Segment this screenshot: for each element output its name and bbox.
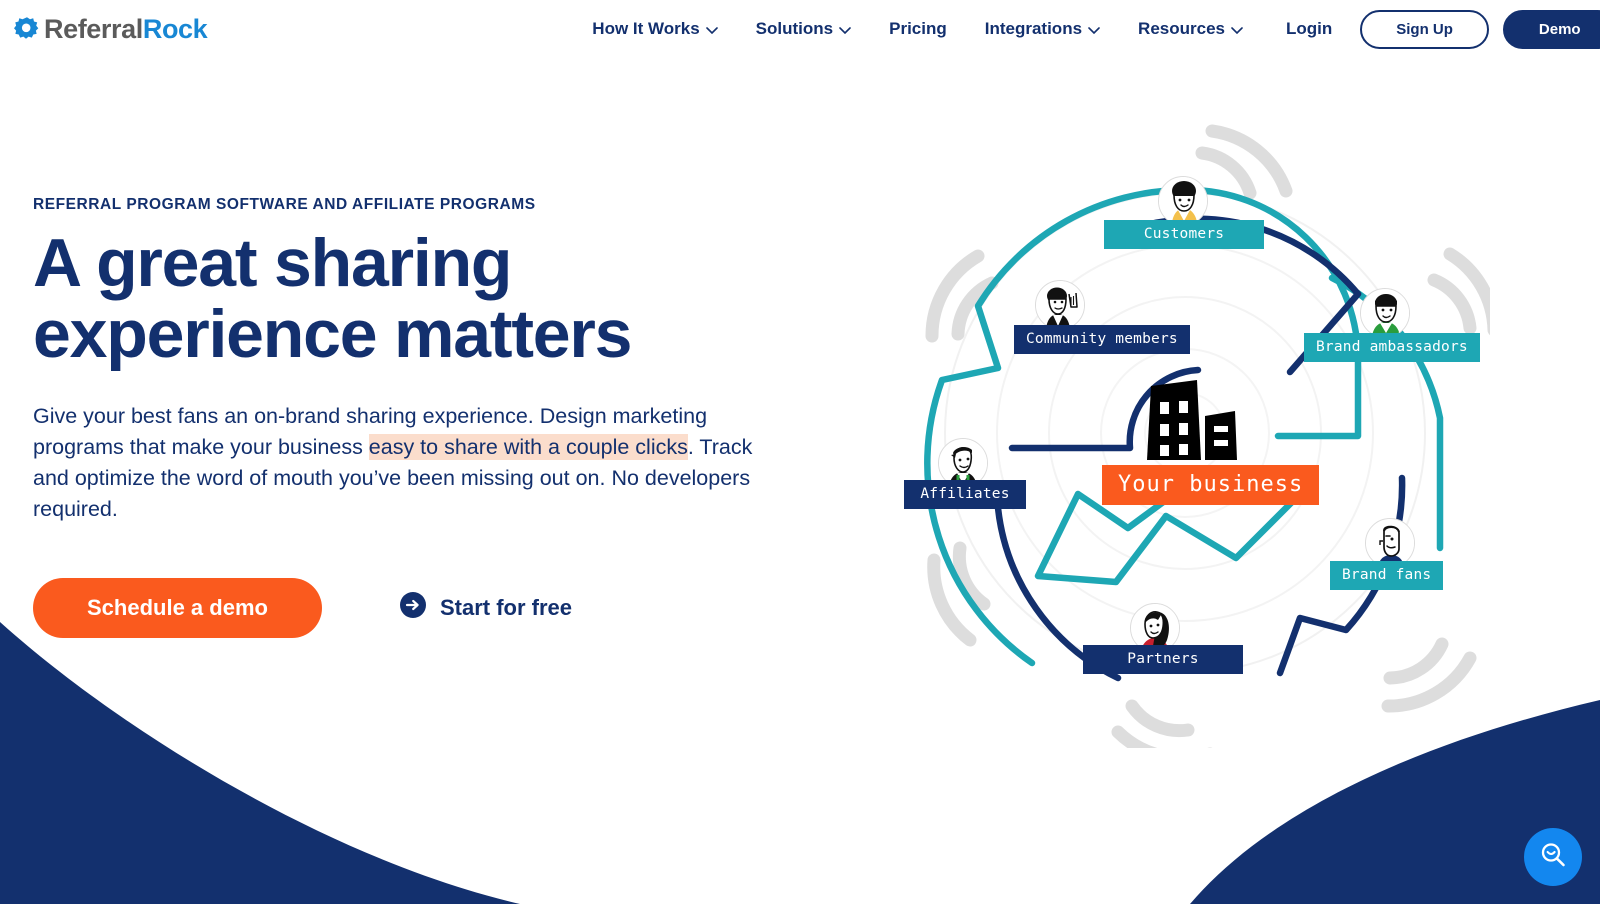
diagram-center-label[interactable]: Your business <box>1102 465 1320 505</box>
schedule-demo-button[interactable]: Schedule a demo <box>33 577 322 638</box>
hero-page: ReferralRock How It Works Solutions Pric… <box>0 0 1600 904</box>
sign-up-button[interactable]: Sign Up <box>1360 9 1489 49</box>
office-building-icon <box>1135 378 1245 463</box>
search-fab-button[interactable] <box>1524 828 1582 886</box>
site-header: ReferralRock How It Works Solutions Pric… <box>0 0 1600 58</box>
headline-line-2: experience matters <box>33 296 633 373</box>
hero-eyebrow: REFERRAL PROGRAM SOFTWARE AND AFFILIATE … <box>33 196 536 213</box>
diagram-node-brand-ambassadors[interactable]: Brand ambassadors <box>1304 333 1480 362</box>
nav-item-resources[interactable]: Resources <box>1119 19 1262 39</box>
gear-icon <box>14 16 40 42</box>
referral-ecosystem-diagram: Your business Customers Community member… <box>880 118 1490 748</box>
hero-description: Give your best fans an on-brand sharing … <box>33 401 773 525</box>
person-waving-icon[interactable] <box>1035 280 1085 330</box>
page-title: A great sharing experience matters <box>33 225 713 373</box>
nav-label: How It Works <box>592 19 700 38</box>
header-actions: Login Sign Up Demo <box>1272 9 1600 49</box>
brand-name-part2: Rock <box>142 13 208 44</box>
nav-item-solutions[interactable]: Solutions <box>737 19 870 39</box>
diagram-node-community-members[interactable]: Community members <box>1014 325 1190 354</box>
brand-wordmark: ReferralRock <box>44 13 208 44</box>
chevron-down-icon <box>1231 26 1243 34</box>
nav-label: Pricing <box>889 19 947 38</box>
hero-cta-row: Schedule a demo Start for free <box>33 577 823 638</box>
headline-line-1: A great sharing <box>33 225 512 301</box>
person-afro-icon[interactable] <box>1158 176 1208 226</box>
chevron-down-icon <box>705 26 718 34</box>
brand-name-part1: Referral <box>44 13 143 44</box>
diagram-node-customers[interactable]: Customers <box>1104 220 1264 249</box>
start-for-free-link[interactable]: Start for free <box>399 591 572 624</box>
chevron-down-icon <box>839 26 851 34</box>
nav-item-how-it-works[interactable]: How It Works <box>573 19 736 39</box>
nav-item-pricing[interactable]: Pricing <box>870 19 966 39</box>
nav-label: Solutions <box>755 19 834 38</box>
hero-content: REFERRAL PROGRAM SOFTWARE AND AFFILIATE … <box>33 196 823 638</box>
arrow-right-circle-icon <box>399 591 426 624</box>
nav-label: Integrations <box>984 19 1083 38</box>
diagram-node-partners[interactable]: Partners <box>1083 645 1243 674</box>
diagram-node-brand-fans[interactable]: Brand fans <box>1330 561 1444 590</box>
nav-item-integrations[interactable]: Integrations <box>966 19 1119 39</box>
login-link[interactable]: Login <box>1272 19 1346 39</box>
nav-label: Resources <box>1138 19 1225 38</box>
diagram-node-affiliates[interactable]: Affiliates <box>904 480 1026 509</box>
start-for-free-label: Start for free <box>439 594 572 620</box>
chevron-down-icon <box>1088 26 1100 34</box>
primary-navigation: How It Works Solutions Pricing Integrati… <box>573 19 1262 39</box>
person-green-shirt-icon[interactable] <box>1360 288 1410 338</box>
search-smile-icon <box>1538 840 1568 875</box>
brand-logo[interactable]: ReferralRock <box>14 13 208 44</box>
hero-description-highlight: easy to share with a couple clicks <box>368 433 688 460</box>
demo-button[interactable]: Demo <box>1502 9 1600 49</box>
